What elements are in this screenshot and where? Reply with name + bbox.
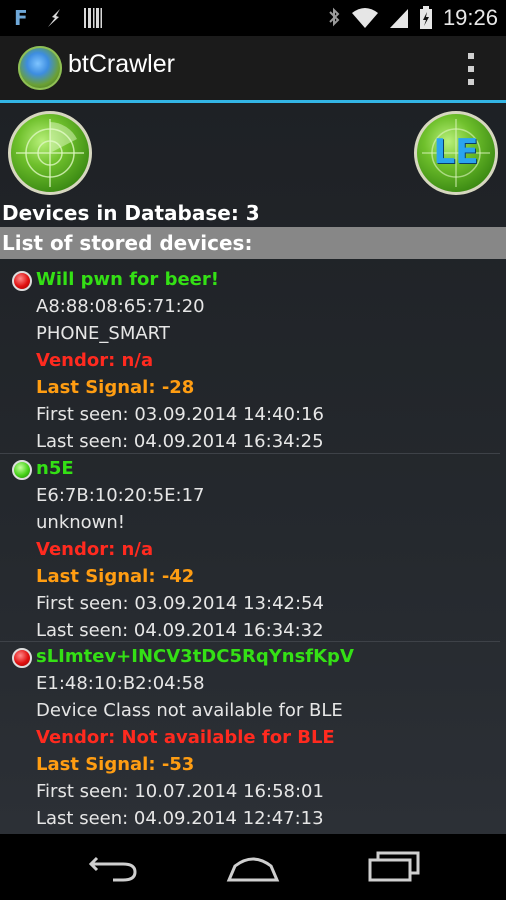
le-scan-button[interactable]: LE — [414, 111, 498, 195]
device-address: A8:88:08:65:71:20 — [36, 296, 205, 317]
list-header: List of stored devices: — [0, 227, 506, 259]
clock: 19:26 — [442, 5, 498, 30]
recent-apps-button[interactable] — [364, 848, 424, 884]
status-green-icon — [12, 460, 32, 480]
device-first-seen: First seen: 10.07.2014 16:58:01 — [36, 781, 324, 802]
device-name: Will pwn for beer! — [36, 269, 219, 290]
device-first-seen: First seen: 03.09.2014 14:40:16 — [36, 404, 324, 425]
device-address: E1:48:10:B2:04:58 — [36, 673, 205, 694]
devices-count: Devices in Database: 3 — [2, 201, 260, 225]
list-item[interactable]: n5E E6:7B:10:20:5E:17 unknown! Vendor: n… — [0, 454, 506, 641]
list-item[interactable]: Will pwn for beer! A8:88:08:65:71:20 PHO… — [0, 265, 506, 453]
main-content: LE Devices in Database: 3 List of stored… — [0, 103, 506, 834]
lightning-icon — [47, 9, 60, 27]
app-logo-icon[interactable] — [18, 46, 62, 90]
device-last-signal: Last Signal: -53 — [36, 754, 195, 775]
barcode-icon — [83, 8, 102, 28]
bluetooth-icon — [329, 7, 340, 27]
overflow-menu-icon[interactable] — [468, 53, 476, 85]
back-icon — [88, 856, 137, 882]
radar-icon — [16, 119, 84, 187]
f-app-icon: F — [14, 6, 28, 30]
le-label: LE — [433, 132, 479, 172]
status-red-icon — [12, 271, 32, 291]
wifi-icon — [351, 8, 378, 28]
device-last-signal: Last Signal: -28 — [36, 377, 195, 398]
device-first-seen: First seen: 03.09.2014 13:42:54 — [36, 593, 324, 614]
device-vendor: Vendor: Not available for BLE — [36, 727, 335, 748]
radar-scan-button[interactable] — [8, 111, 92, 195]
device-last-signal: Last Signal: -42 — [36, 566, 195, 587]
home-button[interactable] — [223, 848, 283, 884]
device-last-seen: Last seen: 04.09.2014 16:34:25 — [36, 431, 324, 452]
device-address: E6:7B:10:20:5E:17 — [36, 485, 205, 506]
home-icon — [226, 857, 280, 882]
device-last-seen: Last seen: 04.09.2014 16:34:32 — [36, 620, 324, 641]
notification-icons: F — [14, 6, 102, 30]
device-name: sLImtev+INCV3tDC5RqYnsfKpV — [36, 646, 354, 667]
device-vendor: Vendor: n/a — [36, 539, 154, 560]
system-icons: 19:26 — [327, 5, 498, 31]
device-class: unknown! — [36, 512, 126, 533]
device-class: PHONE_SMART — [36, 323, 170, 344]
device-vendor: Vendor: n/a — [36, 350, 154, 371]
recent-apps-icon — [368, 851, 420, 882]
device-class: Device Class not available for BLE — [36, 700, 343, 721]
device-last-seen: Last seen: 04.09.2014 12:47:13 — [36, 808, 324, 829]
status-bar: F 19:26 — [0, 0, 506, 36]
back-button[interactable] — [83, 848, 143, 884]
status-red-icon — [12, 648, 32, 668]
signal-icon — [389, 9, 408, 28]
navigation-bar — [0, 834, 506, 900]
action-bar: btCrawler — [0, 36, 506, 100]
device-name: n5E — [36, 458, 74, 479]
battery-charging-icon — [419, 6, 432, 29]
list-item[interactable]: sLImtev+INCV3tDC5RqYnsfKpV E1:48:10:B2:0… — [0, 642, 506, 834]
app-title: btCrawler — [68, 50, 175, 78]
